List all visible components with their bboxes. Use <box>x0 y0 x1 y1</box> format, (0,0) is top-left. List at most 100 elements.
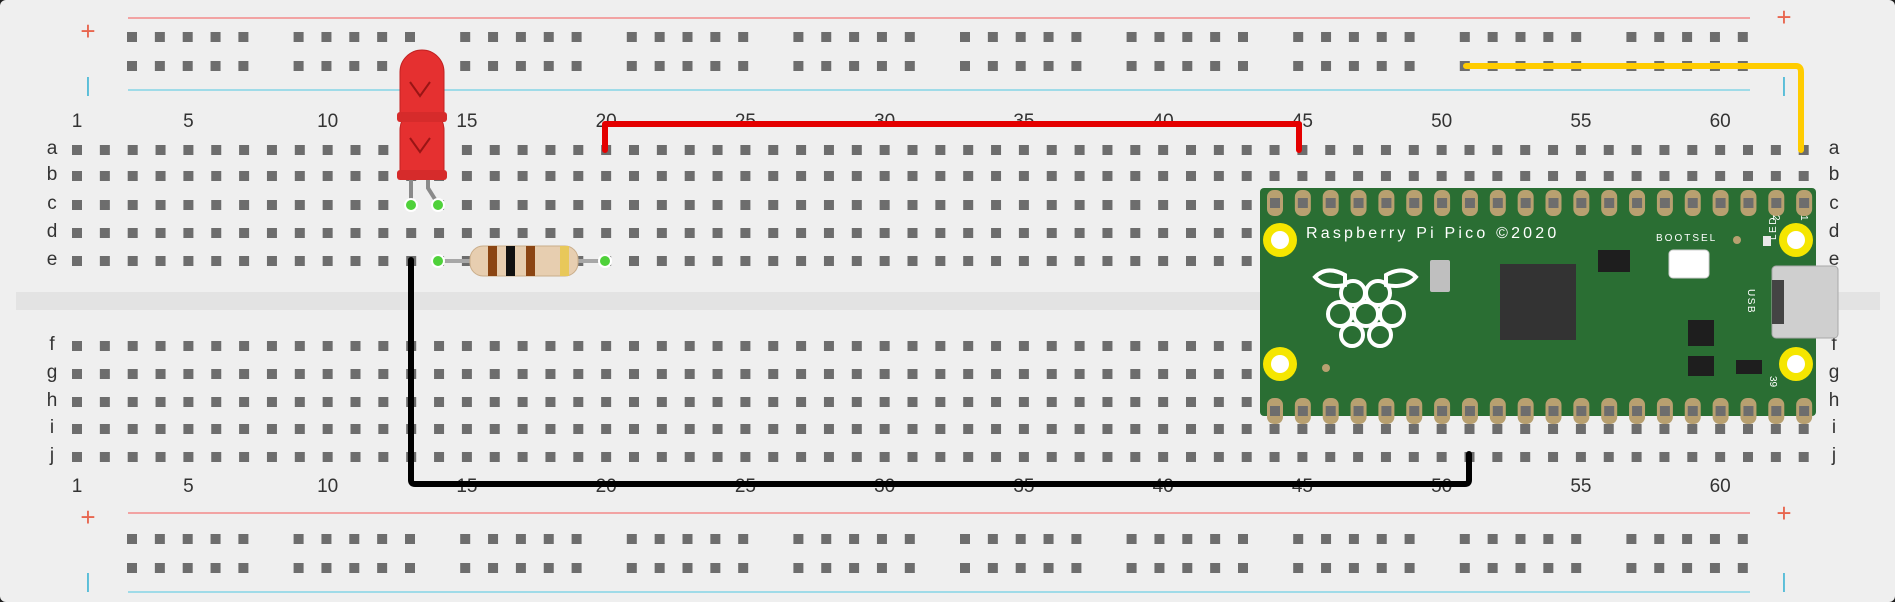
breadboard-hole[interactable] <box>378 397 389 407</box>
breadboard-hole[interactable] <box>1325 145 1336 155</box>
breadboard-hole[interactable] <box>378 452 389 462</box>
breadboard-hole[interactable] <box>1520 171 1531 181</box>
breadboard-hole[interactable] <box>1074 145 1085 155</box>
breadboard-hole[interactable] <box>183 228 194 238</box>
breadboard-hole[interactable] <box>629 171 639 181</box>
breadboard-hole[interactable] <box>127 171 138 181</box>
rail-hole[interactable] <box>821 32 832 42</box>
breadboard-hole[interactable] <box>211 200 222 210</box>
breadboard-hole[interactable] <box>99 369 110 379</box>
breadboard-hole[interactable] <box>656 397 667 407</box>
breadboard-hole[interactable] <box>239 200 250 210</box>
rail-hole[interactable] <box>654 32 665 42</box>
rail-hole[interactable] <box>321 61 332 71</box>
rail-hole[interactable] <box>1182 563 1193 573</box>
breadboard-hole[interactable] <box>656 228 667 238</box>
breadboard-hole[interactable] <box>517 452 528 462</box>
breadboard-hole[interactable] <box>1548 452 1559 462</box>
rail-hole[interactable] <box>1238 32 1248 42</box>
rail-hole[interactable] <box>710 61 721 71</box>
breadboard-hole[interactable] <box>935 424 946 434</box>
breadboard-hole[interactable] <box>489 171 500 181</box>
rail-hole[interactable] <box>349 61 360 71</box>
breadboard-hole[interactable] <box>99 452 110 462</box>
breadboard-hole[interactable] <box>768 341 779 351</box>
breadboard-hole[interactable] <box>935 171 946 181</box>
breadboard-hole[interactable] <box>935 228 946 238</box>
breadboard-hole[interactable] <box>796 171 807 181</box>
breadboard-hole[interactable] <box>1102 397 1113 407</box>
breadboard-hole[interactable] <box>1631 145 1642 155</box>
rail-hole[interactable] <box>904 534 915 544</box>
breadboard-hole[interactable] <box>712 369 723 379</box>
breadboard-hole[interactable] <box>963 452 974 462</box>
breadboard-hole[interactable] <box>768 171 779 181</box>
breadboard-hole[interactable] <box>211 369 222 379</box>
breadboard-hole[interactable] <box>796 452 807 462</box>
rail-hole[interactable] <box>571 563 582 573</box>
breadboard-hole[interactable] <box>573 369 584 379</box>
breadboard-hole[interactable] <box>294 256 305 266</box>
breadboard-hole[interactable] <box>183 145 194 155</box>
breadboard-hole[interactable] <box>517 424 528 434</box>
breadboard-hole[interactable] <box>1548 145 1559 155</box>
breadboard-hole[interactable] <box>1046 200 1057 210</box>
breadboard-hole[interactable] <box>127 228 138 238</box>
breadboard-hole[interactable] <box>1130 397 1141 407</box>
rail-hole[interactable] <box>405 534 415 544</box>
breadboard-hole[interactable] <box>322 171 333 181</box>
rail-hole[interactable] <box>1210 61 1221 71</box>
rail-hole[interactable] <box>1654 563 1665 573</box>
breadboard-hole[interactable] <box>378 256 389 266</box>
breadboard-hole[interactable] <box>1186 341 1196 351</box>
breadboard-hole[interactable] <box>851 200 862 210</box>
breadboard-hole[interactable] <box>601 397 612 407</box>
breadboard-hole[interactable] <box>768 424 779 434</box>
rail-hole[interactable] <box>960 563 970 573</box>
breadboard-hole[interactable] <box>907 228 918 238</box>
breadboard-hole[interactable] <box>629 397 639 407</box>
rail-hole[interactable] <box>793 61 804 71</box>
breadboard-hole[interactable] <box>1408 452 1419 462</box>
breadboard-hole[interactable] <box>1018 424 1029 434</box>
breadboard-hole[interactable] <box>183 452 194 462</box>
rail-hole[interactable] <box>876 32 887 42</box>
breadboard-hole[interactable] <box>935 256 946 266</box>
rail-hole[interactable] <box>1043 563 1054 573</box>
breadboard-hole[interactable] <box>684 171 695 181</box>
rail-hole[interactable] <box>1459 32 1470 42</box>
breadboard-hole[interactable] <box>266 145 277 155</box>
breadboard-hole[interactable] <box>1102 171 1113 181</box>
breadboard-hole[interactable] <box>1158 341 1169 351</box>
rail-hole[interactable] <box>377 563 388 573</box>
breadboard-hole[interactable] <box>155 341 166 351</box>
breadboard-hole[interactable] <box>489 341 500 351</box>
breadboard-hole[interactable] <box>72 171 82 181</box>
breadboard-hole[interactable] <box>1241 228 1252 238</box>
rail-hole[interactable] <box>293 534 304 544</box>
breadboard-hole[interactable] <box>239 341 250 351</box>
rail-hole[interactable] <box>488 534 499 544</box>
breadboard-hole[interactable] <box>545 452 556 462</box>
rail-hole[interactable] <box>1043 534 1054 544</box>
breadboard-hole[interactable] <box>294 145 305 155</box>
breadboard-hole[interactable] <box>656 200 667 210</box>
breadboard-hole[interactable] <box>99 200 110 210</box>
breadboard-hole[interactable] <box>1074 171 1085 181</box>
rail-hole[interactable] <box>377 32 388 42</box>
breadboard-hole[interactable] <box>963 424 974 434</box>
breadboard-hole[interactable] <box>1408 424 1419 434</box>
breadboard-hole[interactable] <box>851 171 862 181</box>
rail-hole[interactable] <box>1154 32 1165 42</box>
breadboard-hole[interactable] <box>907 452 918 462</box>
breadboard-hole[interactable] <box>1408 145 1419 155</box>
breadboard-hole[interactable] <box>1074 341 1085 351</box>
rail-hole[interactable] <box>821 563 832 573</box>
breadboard-hole[interactable] <box>1269 424 1280 434</box>
rail-hole[interactable] <box>1682 32 1693 42</box>
rail-hole[interactable] <box>1682 534 1693 544</box>
breadboard-hole[interactable] <box>1520 452 1531 462</box>
breadboard-hole[interactable] <box>823 369 834 379</box>
rail-hole[interactable] <box>1654 534 1665 544</box>
breadboard-hole[interactable] <box>1241 171 1252 181</box>
